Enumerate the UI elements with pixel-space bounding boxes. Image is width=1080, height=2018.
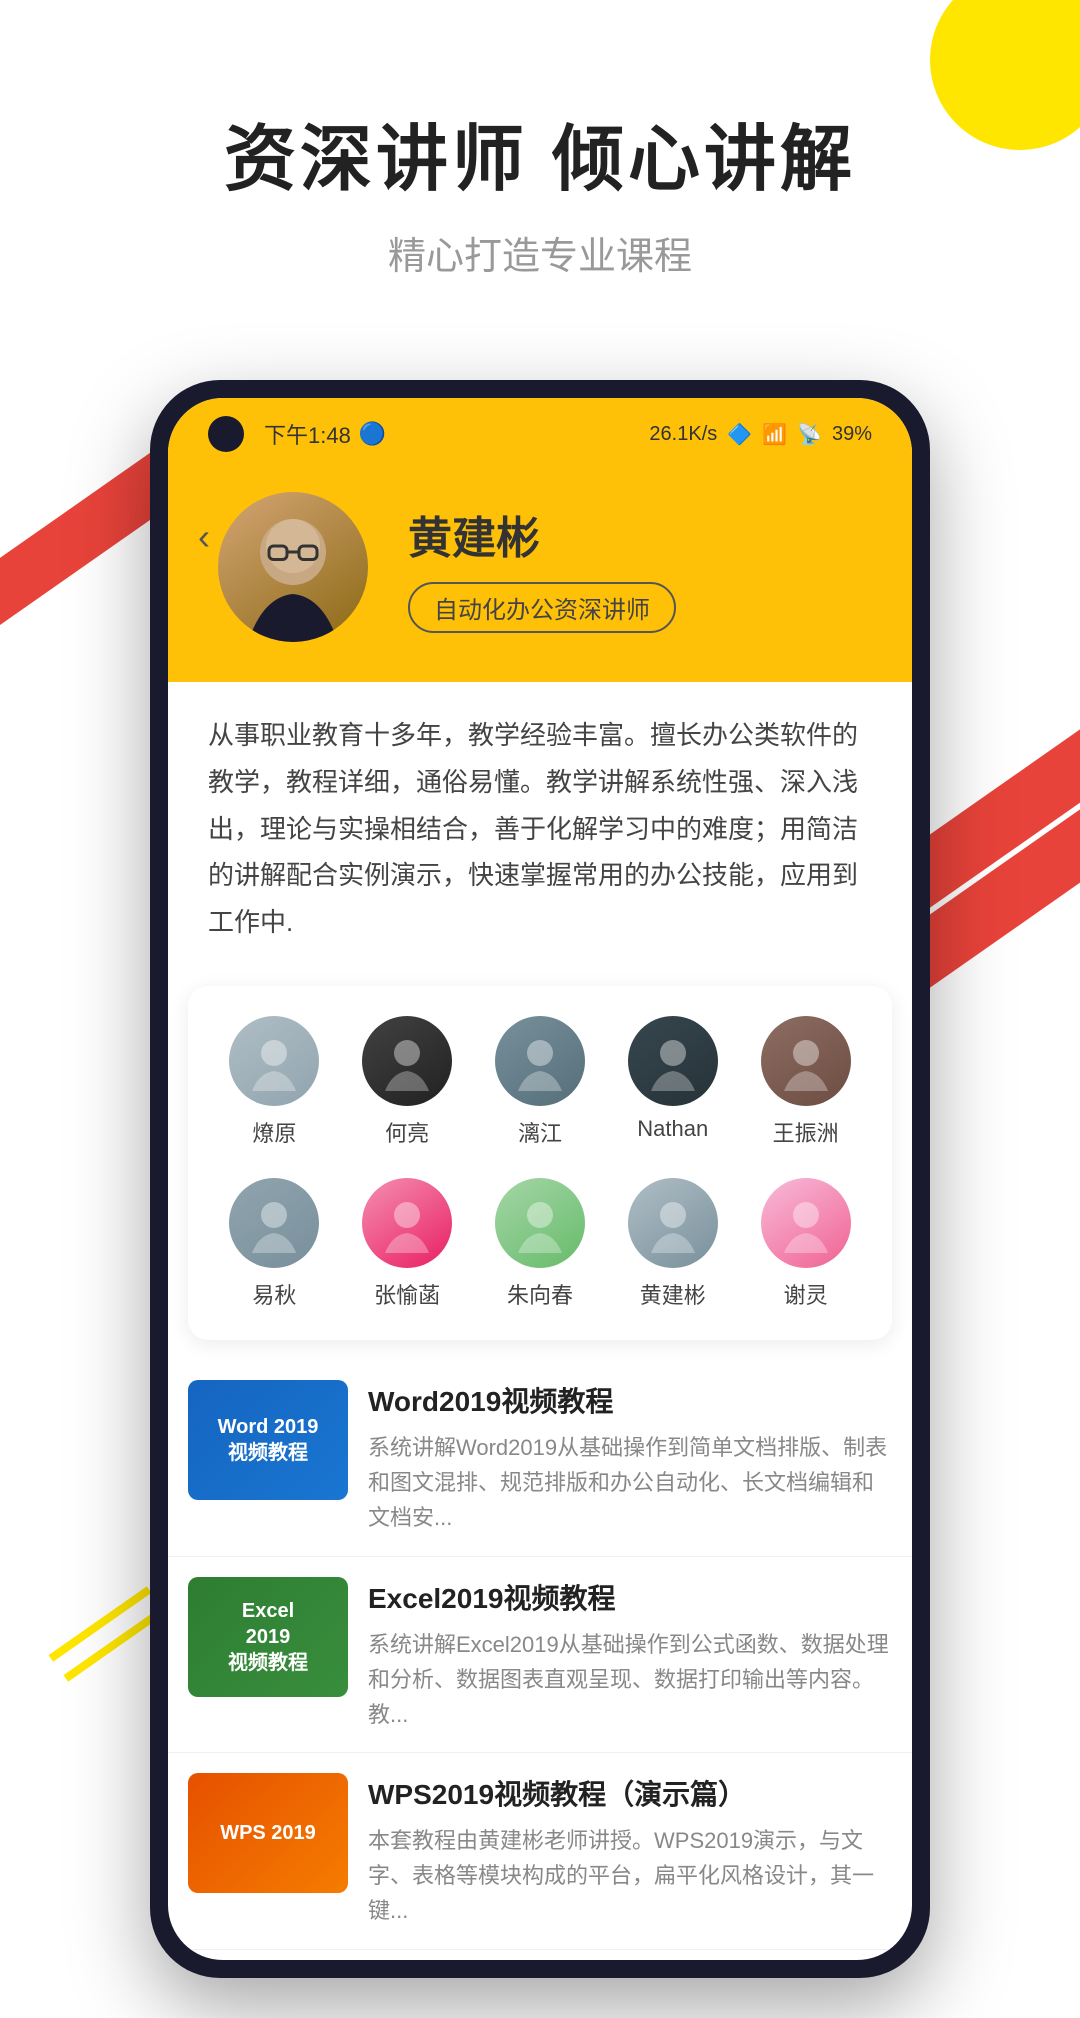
camera-hole xyxy=(208,416,244,452)
instructor-item[interactable]: Nathan xyxy=(618,1016,728,1148)
course-thumbnail: Word 2019视频教程 xyxy=(188,1380,348,1500)
instructor-row-2: 易秋 张愉菡 朱向春 黄建彬 谢灵 xyxy=(208,1178,872,1310)
phone-wrapper: 下午1:48 🔵 26.1K/s 🔷 📶 📡 39% ‹ xyxy=(0,380,1080,1978)
teacher-badge: 自动化办公资深讲师 xyxy=(408,582,676,633)
main-title: 资深讲师 倾心讲解 xyxy=(60,100,1020,205)
instructor-name: Nathan xyxy=(637,1116,708,1142)
instructor-item[interactable]: 黄建彬 xyxy=(618,1178,728,1310)
signal-icon: 📶 xyxy=(762,422,787,447)
instructor-avatar xyxy=(628,1178,718,1268)
instructor-item[interactable]: 何亮 xyxy=(352,1016,462,1148)
status-time: 下午1:48 xyxy=(264,418,351,450)
course-item[interactable]: Excel2019视频教程Excel2019视频教程系统讲解Excel2019从… xyxy=(168,1557,912,1754)
course-desc: 系统讲解Excel2019从基础操作到公式函数、数据处理和分析、数据图表直观呈现… xyxy=(368,1627,892,1733)
header-section: 资深讲师 倾心讲解 精心打造专业课程 xyxy=(0,0,1080,340)
teacher-name: 黄建彬 xyxy=(408,502,862,566)
instructor-avatar xyxy=(628,1016,718,1106)
course-title: Word2019视频教程 xyxy=(368,1380,892,1420)
status-bar: 下午1:48 🔵 26.1K/s 🔷 📶 📡 39% xyxy=(168,398,912,462)
course-list: Word 2019视频教程Word2019视频教程系统讲解Word2019从基础… xyxy=(168,1350,912,1960)
course-info: Word2019视频教程系统讲解Word2019从基础操作到简单文档排版、制表和… xyxy=(368,1380,892,1536)
instructor-row-1: 燎原 何亮 漓江 Nathan 王振洲 xyxy=(208,1016,872,1148)
phone-frame: 下午1:48 🔵 26.1K/s 🔷 📶 📡 39% ‹ xyxy=(150,380,930,1978)
wifi-icon: 📡 xyxy=(797,422,822,447)
teacher-info: 黄建彬 自动化办公资深讲师 xyxy=(408,502,862,633)
teacher-avatar-svg xyxy=(218,492,368,642)
bluetooth-icon: 🔷 xyxy=(727,422,752,447)
sub-title: 精心打造专业课程 xyxy=(60,225,1020,280)
status-bar-left: 下午1:48 🔵 xyxy=(208,416,386,452)
instructor-avatar xyxy=(229,1016,319,1106)
instructor-item[interactable]: 谢灵 xyxy=(751,1178,861,1310)
course-desc: 本套教程由黄建彬老师讲授。WPS2019演示，与文字、表格等模块构成的平台，扁平… xyxy=(368,1823,892,1929)
course-desc: 系统讲解Word2019从基础操作到简单文档排版、制表和图文混排、规范排版和办公… xyxy=(368,1430,892,1536)
instructor-avatar xyxy=(495,1016,585,1106)
instructor-item[interactable]: 漓江 xyxy=(485,1016,595,1148)
instructor-name: 朱向春 xyxy=(507,1278,573,1310)
instructor-avatar xyxy=(761,1016,851,1106)
instructor-item[interactable]: 燎原 xyxy=(219,1016,329,1148)
instructor-name: 黄建彬 xyxy=(640,1278,706,1310)
teacher-description: 从事职业教育十多年，教学经验丰富。擅长办公类软件的教学，教程详细，通俗易懂。教学… xyxy=(168,682,912,976)
instructor-avatar xyxy=(761,1178,851,1268)
instructor-name: 王振洲 xyxy=(773,1116,839,1148)
teacher-avatar xyxy=(218,492,368,642)
course-info: WPS2019视频教程（演示篇） 本套教程由黄建彬老师讲授。WPS2019演示，与… xyxy=(368,1773,892,1929)
course-item[interactable]: Word 2019视频教程Word2019视频教程系统讲解Word2019从基础… xyxy=(168,1360,912,1557)
battery-level: 39% xyxy=(832,423,872,446)
instructor-name: 谢灵 xyxy=(784,1278,828,1310)
instructor-avatar xyxy=(362,1016,452,1106)
instructor-avatar xyxy=(362,1178,452,1268)
course-title: Excel2019视频教程 xyxy=(368,1577,892,1617)
status-bar-right: 26.1K/s 🔷 📶 📡 39% xyxy=(649,422,872,447)
phone-screen: 下午1:48 🔵 26.1K/s 🔷 📶 📡 39% ‹ xyxy=(168,398,912,1960)
instructor-item[interactable]: 张愉菡 xyxy=(352,1178,462,1310)
instructor-item[interactable]: 易秋 xyxy=(219,1178,329,1310)
instructor-name: 易秋 xyxy=(252,1278,296,1310)
status-dot: 🔵 xyxy=(359,421,386,447)
instructor-name: 张愉菡 xyxy=(374,1278,440,1310)
instructor-item[interactable]: 王振洲 xyxy=(751,1016,861,1148)
teacher-profile: ‹ 黄建彬 自动化办公资深讲师 xyxy=(168,462,912,682)
course-item[interactable]: WPS 2019 WPS2019视频教程（演示篇） 本套教程由黄建彬老师讲授。WPS… xyxy=(168,1753,912,1950)
back-button[interactable]: ‹ xyxy=(198,516,210,558)
instructor-avatar xyxy=(495,1178,585,1268)
instructor-name: 何亮 xyxy=(385,1116,429,1148)
course-thumbnail: Excel2019视频教程 xyxy=(188,1577,348,1697)
instructor-avatar xyxy=(229,1178,319,1268)
instructor-name: 燎原 xyxy=(252,1116,296,1148)
network-speed: 26.1K/s xyxy=(649,423,717,446)
course-info: Excel2019视频教程系统讲解Excel2019从基础操作到公式函数、数据处… xyxy=(368,1577,892,1733)
course-title: WPS2019视频教程（演示篇） xyxy=(368,1773,892,1813)
instructor-grid: 燎原 何亮 漓江 Nathan 王振洲 易秋 张愉菡 朱向春 黄建彬 xyxy=(188,986,892,1340)
instructor-name: 漓江 xyxy=(518,1116,562,1148)
instructor-item[interactable]: 朱向春 xyxy=(485,1178,595,1310)
course-thumbnail: WPS 2019 xyxy=(188,1773,348,1893)
